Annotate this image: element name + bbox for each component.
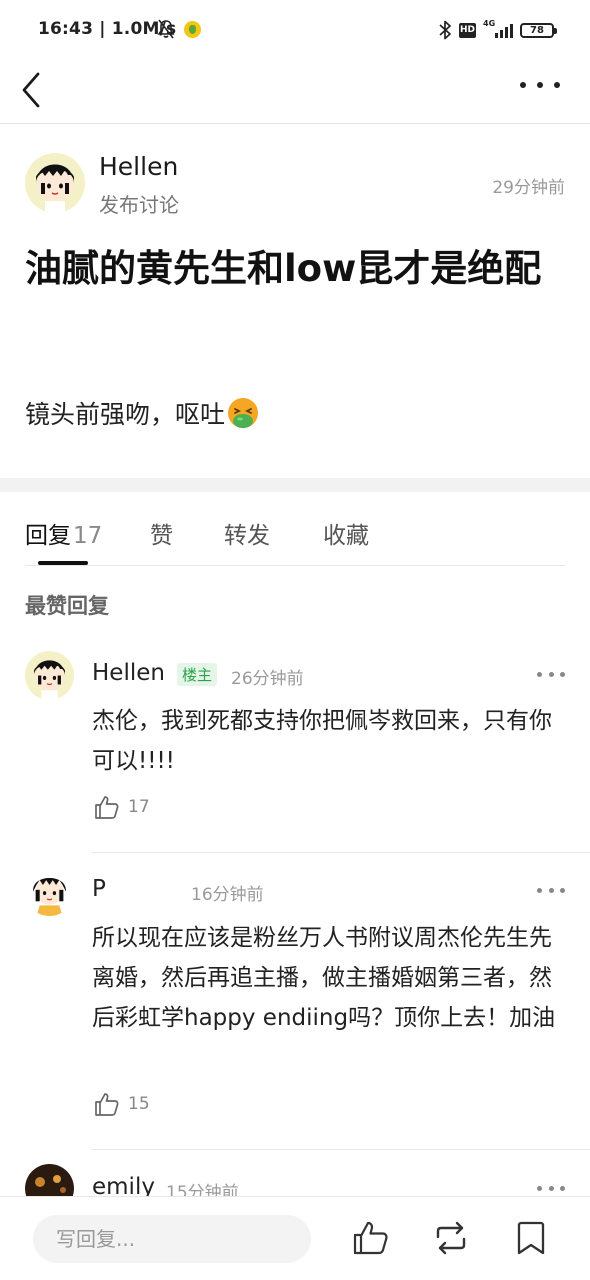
- reply-like-button[interactable]: 15: [94, 1091, 150, 1117]
- repost-icon[interactable]: [432, 1219, 470, 1257]
- like-count: 17: [128, 797, 150, 817]
- nauseated-face-emoji: [228, 398, 259, 428]
- tab-replies-count: 17: [73, 523, 103, 549]
- bell-off-icon: [157, 19, 175, 39]
- tab-replies[interactable]: 回复17: [25, 516, 102, 550]
- author-avatar[interactable]: [25, 153, 85, 213]
- more-horizontal-icon: [520, 82, 526, 88]
- section-title: 最赞回复: [25, 594, 109, 618]
- thumbs-up-icon: [95, 796, 119, 819]
- tab-likes[interactable]: 赞: [150, 516, 173, 550]
- post-action-label: 发布讨论: [99, 193, 179, 217]
- post-timestamp: 29分钟前: [492, 178, 565, 198]
- reply-author-name[interactable]: Hellen: [92, 660, 165, 686]
- chevron-left-icon: [22, 72, 40, 108]
- signal-icon: 4G: [483, 19, 513, 40]
- thumbs-up-icon: [95, 1093, 119, 1116]
- bluetooth-icon: [439, 20, 451, 40]
- avatar[interactable]: [25, 651, 74, 700]
- tab-replies-label: 回复: [25, 523, 71, 549]
- section-separator: [0, 478, 590, 492]
- tab-reposts[interactable]: 转发: [224, 516, 270, 550]
- reply-more-button[interactable]: [537, 883, 565, 897]
- thumbs-up-icon[interactable]: [352, 1219, 390, 1257]
- avatar[interactable]: [25, 867, 74, 916]
- like-count: 15: [128, 1094, 150, 1114]
- app-notification-icon: [184, 21, 201, 38]
- divider: [92, 1149, 590, 1150]
- reply-timestamp: 15分钟前: [166, 1183, 239, 1196]
- reply-like-button[interactable]: 17: [94, 794, 150, 820]
- top-navigation-bar: [0, 60, 590, 124]
- post-body: 镜头前强吻，呕吐: [25, 395, 259, 431]
- back-button[interactable]: [18, 66, 48, 114]
- reply-author-name[interactable]: P: [92, 876, 106, 902]
- op-badge: 楼主: [177, 663, 218, 686]
- bookmark-icon[interactable]: [512, 1219, 550, 1257]
- reply-text: 杰伦，我到死都支持你把佩岑救回来，只有你可以!!!!: [92, 708, 552, 774]
- active-tab-indicator: [38, 561, 88, 565]
- status-time: 16:43 | 1.0M/s: [38, 19, 177, 39]
- reply-timestamp: 26分钟前: [231, 669, 304, 689]
- reply-more-button[interactable]: [537, 1181, 565, 1195]
- more-options-button[interactable]: [520, 72, 560, 98]
- more-horizontal-icon: [537, 887, 542, 893]
- reply-input[interactable]: 写回复...: [33, 1215, 311, 1263]
- more-horizontal-icon: [537, 1185, 542, 1191]
- reply-item: emily 15分钟前: [0, 1162, 590, 1196]
- divider: [92, 852, 590, 853]
- post-body-text: 镜头前强吻，呕吐: [25, 400, 226, 429]
- post-title: 油腻的黄先生和low昆才是绝配: [25, 247, 542, 290]
- avatar[interactable]: [25, 1164, 74, 1196]
- tab-bar: 回复17 赞 转发 收藏: [25, 492, 565, 566]
- network-type: 4G: [483, 19, 496, 28]
- status-bar: 16:43 | 1.0M/s HD 4G 78: [0, 0, 590, 60]
- reply-more-button[interactable]: [537, 667, 565, 681]
- bottom-action-bar: 写回复...: [0, 1196, 590, 1280]
- author-name[interactable]: Hellen: [99, 152, 178, 181]
- hd-icon: HD: [459, 22, 476, 38]
- battery-icon: 78: [520, 22, 557, 38]
- tab-favorites[interactable]: 收藏: [323, 516, 369, 550]
- reply-author-name[interactable]: emily: [92, 1174, 155, 1196]
- more-horizontal-icon: [537, 671, 542, 677]
- reply-text: 所以现在应该是粉丝万人书附议周杰伦先生先离婚，然后再追主播，做主播婚姻第三者，然…: [92, 925, 556, 1031]
- reply-timestamp: 16分钟前: [191, 885, 264, 905]
